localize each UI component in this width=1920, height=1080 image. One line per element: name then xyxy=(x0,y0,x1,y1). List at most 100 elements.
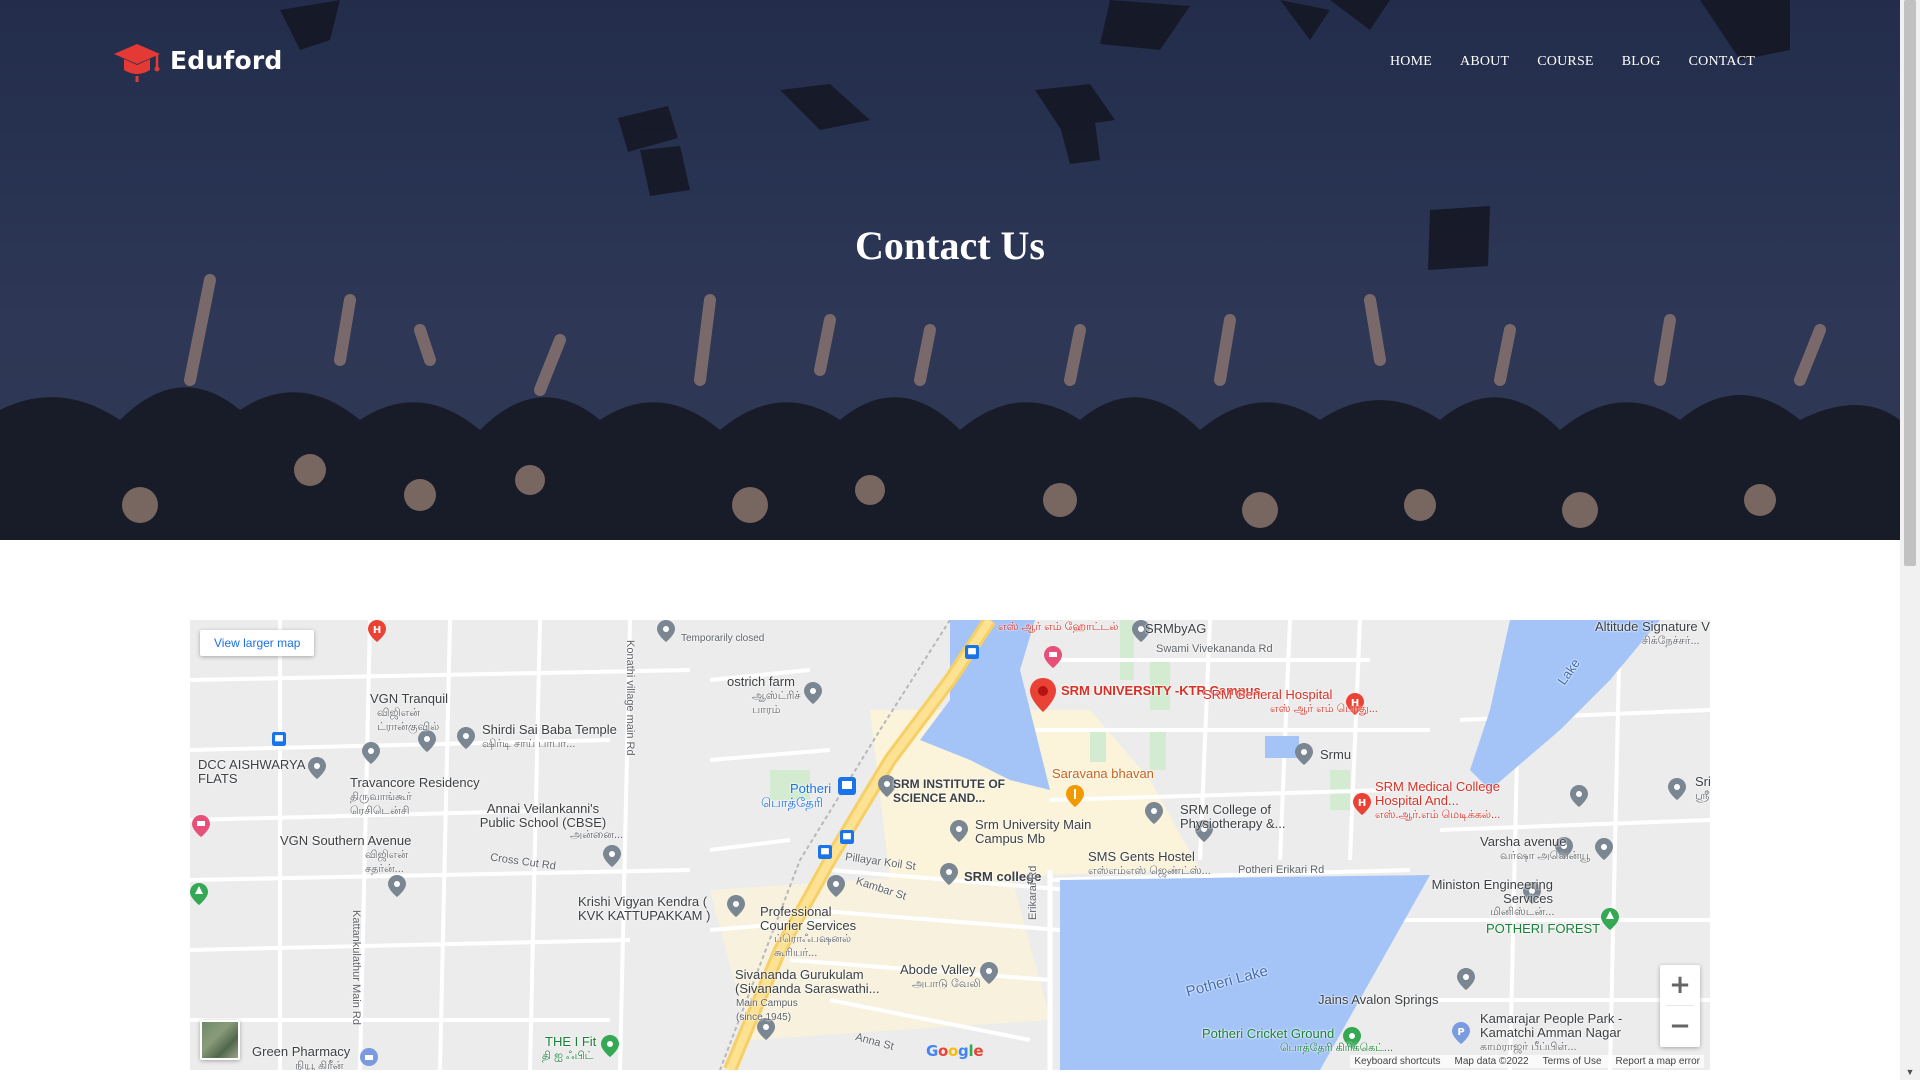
place-dcc-aishwarya[interactable]: DCC AISHWARYA FLATS xyxy=(198,758,318,786)
poi-pin-icon[interactable] xyxy=(950,820,968,842)
park-pin-icon[interactable] xyxy=(190,883,208,905)
poi-pin-icon[interactable] xyxy=(1295,743,1313,765)
place-srm-general-hospital-ta: எஸ் ஆர் எம் பொது... xyxy=(1270,703,1378,715)
poi-pin-icon[interactable] xyxy=(827,875,845,897)
nav-about[interactable]: ABOUT xyxy=(1460,54,1509,70)
place-ministon-engineering[interactable]: Ministon Engineering Services xyxy=(1423,878,1553,906)
place-travancore-residency[interactable]: Travancore Residency xyxy=(350,776,480,790)
place-hotel-ta: எஸ் ஆர் எம் ஹோட்டல் xyxy=(998,621,1119,633)
place-ostrich-farm-ta: ஆஸ்ட்ரிச் பாரம் xyxy=(752,690,801,716)
bus-stop-icon[interactable] xyxy=(965,645,979,659)
poi-pin-icon[interactable] xyxy=(727,895,745,917)
brand-logo[interactable]: Eduford xyxy=(112,38,282,82)
place-ostrich-farm[interactable]: ostrich farm xyxy=(727,675,795,689)
place-sivananda[interactable]: Sivananda Gurukulam (Sivananda Saraswath… xyxy=(735,968,885,996)
zoom-controls: + − xyxy=(1660,965,1700,1047)
place-annai-ta: அன்னை... xyxy=(570,829,624,841)
graduation-cap-icon xyxy=(114,44,160,82)
place-vgn-southern-ta: விஜிஎன் சதர்ன்... xyxy=(365,849,408,875)
poi-pin-icon[interactable] xyxy=(657,620,675,642)
place-potheri-ta: பொத்தேரி xyxy=(761,795,824,810)
poi-pin-icon[interactable] xyxy=(1595,838,1613,860)
place-the-i-fit[interactable]: THE I Fit xyxy=(545,1035,596,1049)
nav-blog[interactable]: BLOG xyxy=(1622,54,1661,70)
nav-home[interactable]: HOME xyxy=(1390,54,1432,70)
map-attribution: Keyboard shortcuts Map data ©2022 Terms … xyxy=(1350,1055,1704,1068)
poi-pin-icon[interactable] xyxy=(1668,778,1686,800)
hotel-pin-icon[interactable] xyxy=(1044,646,1062,668)
place-saravana-bhavan[interactable]: Saravana bhavan xyxy=(1052,767,1154,781)
poi-pin-icon[interactable] xyxy=(804,682,822,704)
restaurant-pin-icon[interactable] xyxy=(1066,785,1084,807)
place-srmu[interactable]: Srmu xyxy=(1320,748,1351,762)
zoom-out-button[interactable]: − xyxy=(1660,1006,1700,1046)
poi-pin-icon[interactable] xyxy=(980,962,998,984)
poi-pin-icon[interactable] xyxy=(940,863,958,885)
hero-banner: Eduford HOME ABOUT COURSE BLOG CONTACT C… xyxy=(0,0,1900,540)
place-vgn-tranquil[interactable]: VGN Tranquil xyxy=(370,692,448,706)
hospital-pin-icon[interactable]: H xyxy=(368,620,386,642)
poi-pin-icon[interactable] xyxy=(362,742,380,764)
bus-stop-icon[interactable] xyxy=(818,845,832,859)
poi-pin-icon[interactable] xyxy=(1457,968,1475,990)
poi-pin-icon[interactable] xyxy=(1145,802,1163,824)
poi-pin-icon[interactable] xyxy=(388,875,406,897)
place-kamarajar-park[interactable]: Kamarajar People Park - Kamatchi Amman N… xyxy=(1480,1012,1655,1040)
place-shirdi-temple[interactable]: Shirdi Sai Baba Temple xyxy=(482,723,617,737)
place-srm-main-campus[interactable]: Srm University Main Campus Mb xyxy=(975,818,1105,846)
svg-text:H: H xyxy=(1358,798,1366,809)
google-map[interactable]: H H H P SRM UNIVERSITY -KTR Campus SRM G… xyxy=(190,620,1710,1070)
scrollbar-thumb[interactable] xyxy=(1904,0,1916,566)
place-altitude-villa[interactable]: Altitude Signature Villa xyxy=(1595,620,1710,634)
place-sms-hostel[interactable]: SMS Gents Hostel xyxy=(1088,850,1195,864)
place-krishi-vigyan[interactable]: Krishi Vigyan Kendra ( KVK KATTUPAKKAM ) xyxy=(578,895,728,923)
place-potheri[interactable]: Potheri xyxy=(790,782,831,796)
zoom-in-button[interactable]: + xyxy=(1660,965,1700,1005)
page-scrollbar[interactable]: ▼ xyxy=(1900,0,1920,1080)
keyboard-shortcuts-link[interactable]: Keyboard shortcuts xyxy=(1354,1056,1440,1067)
svg-text:P: P xyxy=(1457,1027,1464,1038)
hotel-pin-icon[interactable] xyxy=(192,815,210,837)
place-srm-general-hospital[interactable]: SRM General Hospital xyxy=(1203,688,1332,702)
place-srm-physiotherapy[interactable]: SRM College of Physiotherapy &... xyxy=(1180,803,1315,831)
temple-pin-icon[interactable] xyxy=(457,727,475,749)
place-abode-valley[interactable]: Abode Valley xyxy=(900,963,976,977)
satellite-toggle[interactable] xyxy=(200,1020,240,1060)
bus-stop-icon[interactable] xyxy=(838,775,856,797)
nav-contact[interactable]: CONTACT xyxy=(1689,54,1755,70)
place-professional-courier[interactable]: Professional Courier Services xyxy=(760,905,870,933)
place-potheri-cricket[interactable]: Potheri Cricket Ground xyxy=(1202,1027,1334,1041)
bus-stop-icon[interactable] xyxy=(840,830,854,844)
place-altitude-ta: சிக்நேச்சர்... xyxy=(1642,635,1700,647)
nav-course[interactable]: COURSE xyxy=(1537,54,1593,70)
brand-name: Eduford xyxy=(170,45,283,75)
place-srm-institute[interactable]: SRM INSTITUTE OF SCIENCE AND... xyxy=(893,777,1023,805)
road-potheri-erikari: Potheri Erikari Rd xyxy=(1238,864,1325,876)
report-map-error-link[interactable]: Report a map error xyxy=(1616,1056,1700,1067)
place-green-pharmacy[interactable]: Green Pharmacy xyxy=(252,1045,350,1059)
scroll-down-arrow-icon[interactable]: ▼ xyxy=(1900,1064,1920,1080)
pharmacy-pin-icon[interactable] xyxy=(360,1048,378,1066)
terms-of-use-link[interactable]: Terms of Use xyxy=(1543,1056,1602,1067)
google-logo: Google xyxy=(926,1042,984,1060)
place-potheri-forest[interactable]: POTHERI FOREST xyxy=(1486,922,1600,936)
place-sms-hostel-ta: எஸ்எம்எஸ் ஜெண்ட்ஸ்... xyxy=(1088,865,1211,877)
place-srmbyag[interactable]: SRMbyAG xyxy=(1145,622,1206,636)
place-srm-medical[interactable]: SRM Medical College Hospital And... xyxy=(1375,780,1525,808)
hospital-pin-icon[interactable]: H xyxy=(1353,793,1371,815)
place-annai-school[interactable]: Annai Veilankanni's Public School (CBSE) xyxy=(473,802,613,830)
poi-pin-icon[interactable] xyxy=(603,845,621,867)
place-vgn-southern[interactable]: VGN Southern Avenue xyxy=(280,834,411,848)
park-pin-icon[interactable] xyxy=(1601,908,1619,930)
location-pin-icon[interactable] xyxy=(1030,678,1056,712)
poi-pin-icon[interactable] xyxy=(1570,785,1588,807)
place-jains-avalon[interactable]: Jains Avalon Springs xyxy=(1318,993,1438,1007)
place-varsha-avenue[interactable]: Varsha avenue xyxy=(1480,835,1567,849)
bus-stop-icon[interactable] xyxy=(272,732,286,746)
place-sri[interactable]: Sri xyxy=(1695,775,1710,789)
view-larger-map-link[interactable]: View larger map xyxy=(200,630,315,656)
parking-pin-icon[interactable]: P xyxy=(1452,1022,1470,1044)
place-shirdi-temple-ta: ஷிர்டி சாய் பாபா... xyxy=(482,738,576,750)
place-srm-medical-ta: எஸ்.ஆர்.எம் மெடிக்கல்... xyxy=(1375,809,1501,821)
gym-pin-icon[interactable] xyxy=(601,1035,619,1057)
